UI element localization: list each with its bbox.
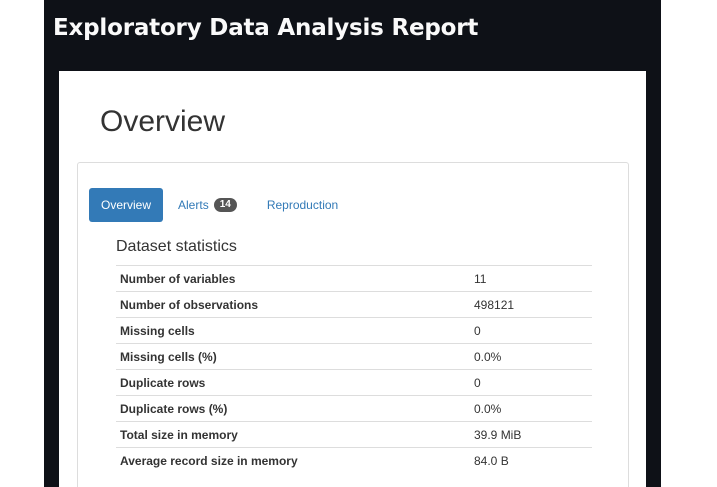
dataset-statistics-title: Dataset statistics (116, 238, 237, 255)
stat-value: 0 (470, 369, 592, 396)
tab-alerts-label: Alerts (178, 198, 209, 212)
tab-overview[interactable]: Overview (89, 188, 164, 222)
tab-alerts[interactable]: Alerts 14 (166, 188, 249, 222)
table-row: Missing cells (%) 0.0% (116, 343, 592, 370)
stat-value: 84.0 B (470, 447, 592, 474)
report-frame[interactable]: Overview Overview Alerts 14 Reproduction… (59, 71, 646, 487)
table-row: Total size in memory 39.9 MiB (116, 421, 592, 448)
stat-value: 0 (470, 317, 592, 344)
section-title: Overview (100, 105, 226, 138)
tab-bar: Overview Alerts 14 Reproduction (89, 188, 350, 222)
table-row: Number of observations 498121 (116, 291, 592, 318)
stat-value: 11 (470, 265, 592, 292)
table-row: Number of variables 11 (116, 265, 592, 292)
stat-value: 39.9 MiB (470, 421, 592, 448)
table-row: Duplicate rows (%) 0.0% (116, 395, 592, 422)
stat-value: 0.0% (470, 343, 592, 370)
stat-label: Total size in memory (116, 421, 470, 448)
stat-value: 0.0% (470, 395, 592, 422)
page: Exploratory Data Analysis Report Overvie… (0, 0, 717, 487)
table-row: Average record size in memory 84.0 B (116, 447, 592, 474)
overview-panel: Overview Alerts 14 Reproduction Dataset … (77, 162, 629, 487)
stat-label: Number of observations (116, 291, 470, 318)
tab-reproduction-label: Reproduction (266, 198, 339, 212)
stat-value: 498121 (470, 291, 592, 318)
alerts-count-badge: 14 (213, 198, 237, 212)
table-row: Missing cells 0 (116, 317, 592, 344)
tab-overview-label: Overview (101, 198, 152, 212)
table-row: Duplicate rows 0 (116, 369, 592, 396)
stat-label: Average record size in memory (116, 447, 470, 474)
dataset-statistics-table: Number of variables 11 Number of observa… (116, 265, 592, 474)
stat-label: Missing cells (%) (116, 343, 470, 370)
stat-label: Duplicate rows (116, 369, 470, 396)
stat-label: Missing cells (116, 317, 470, 344)
tab-reproduction[interactable]: Reproduction (255, 188, 350, 222)
stat-label: Number of variables (116, 265, 470, 292)
stat-label: Duplicate rows (%) (116, 395, 470, 422)
app-title: Exploratory Data Analysis Report (53, 15, 479, 41)
